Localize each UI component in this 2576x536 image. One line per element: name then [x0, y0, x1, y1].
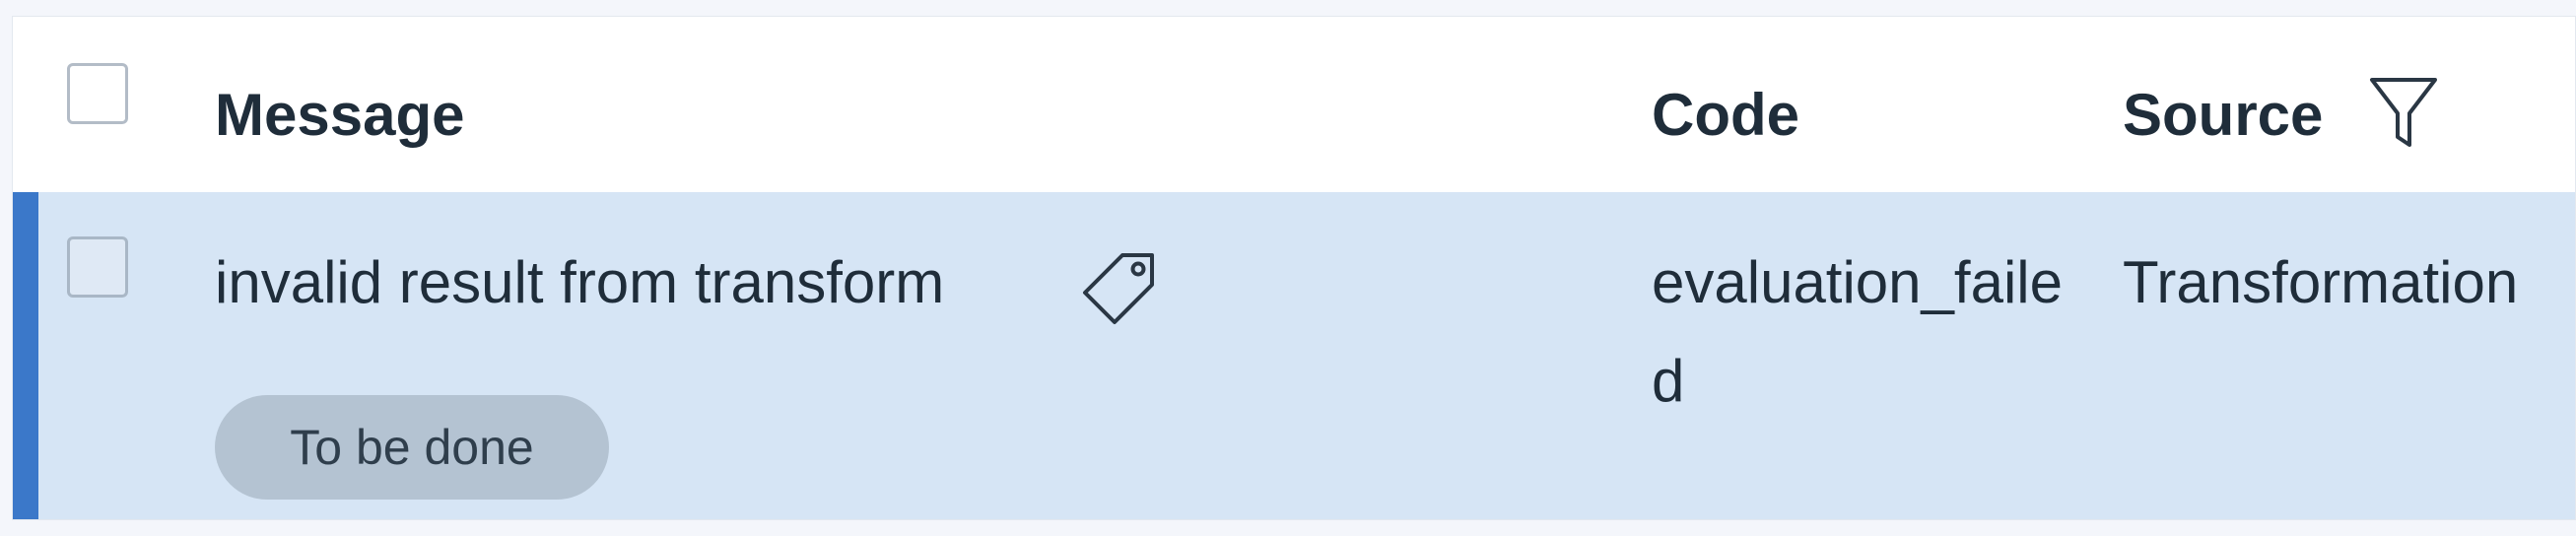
code-cell: evaluation_failed — [1652, 249, 2063, 414]
tag-icon[interactable] — [1077, 247, 1160, 330]
filter-icon[interactable] — [2368, 74, 2439, 153]
column-header-code[interactable]: Code — [1652, 80, 1799, 151]
select-all-checkbox[interactable] — [67, 63, 128, 124]
issues-table: Message Code Source invalid result from … — [12, 16, 2576, 520]
message-cell: invalid result from transform — [215, 249, 945, 315]
column-header-message[interactable]: Message — [215, 80, 464, 151]
table-header-row: Message Code Source — [13, 17, 2575, 192]
row-checkbox[interactable] — [67, 236, 128, 298]
table-row[interactable]: invalid result from transform To be done… — [13, 192, 2575, 519]
row-selected-indicator — [13, 192, 38, 519]
status-badge[interactable]: To be done — [215, 395, 609, 500]
source-cell: Transformation — [2123, 249, 2519, 315]
column-header-source[interactable]: Source — [2123, 80, 2323, 151]
